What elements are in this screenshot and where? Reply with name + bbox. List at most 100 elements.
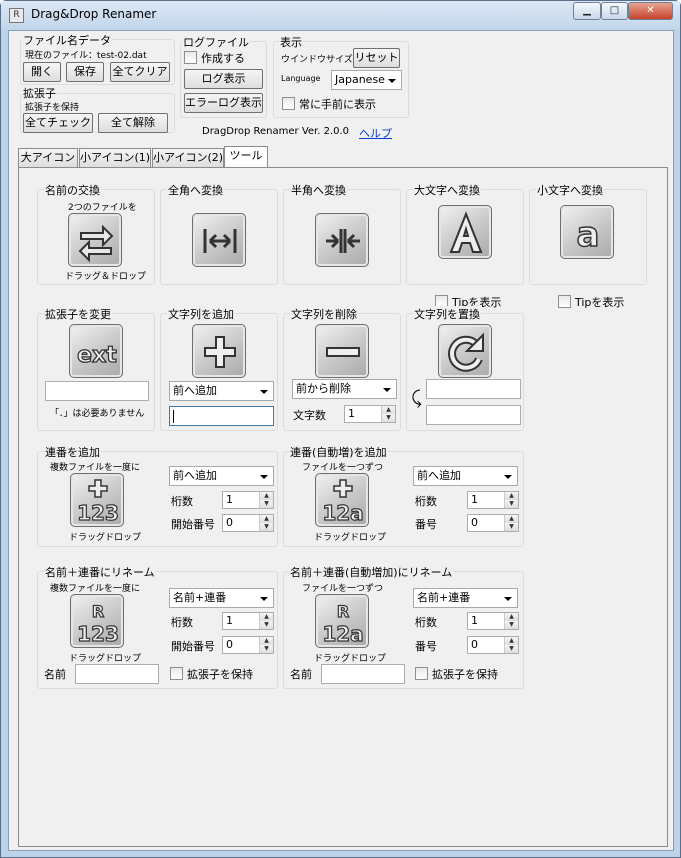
add-str-select[interactable]: 前へ追加: [169, 381, 274, 401]
seq-auto-num-spinner[interactable]: 0 ▲ ▼: [467, 514, 519, 532]
hankaku-label: 半角へ変換: [290, 182, 347, 198]
always-on-top-checkbox[interactable]: [282, 97, 295, 110]
maximize-button[interactable]: □: [601, 2, 628, 20]
replace-icon[interactable]: [438, 324, 492, 378]
show-error-log-button[interactable]: エラーログ表示: [184, 93, 263, 113]
tools-panel: 名前の交換 2つのファイルを ドラッグ＆ドロップ 全角へ変換 半角へ変換 大文字…: [18, 167, 668, 847]
add-str-label: 文字列を追加: [167, 306, 235, 322]
add-str-input[interactable]: [169, 406, 274, 426]
spin-up-icon[interactable]: ▲: [504, 492, 518, 500]
zenkaku-label: 全角へ変換: [167, 182, 224, 198]
seq-digits-label: 桁数: [171, 495, 193, 508]
seq-auto-select[interactable]: 前へ追加: [413, 466, 518, 486]
seq-123-icon[interactable]: 123: [70, 473, 124, 527]
tab-large-icon[interactable]: 大アイコン: [18, 148, 78, 167]
swap-top-text: 2つのファイルを: [68, 203, 137, 213]
rename-seq-select[interactable]: 名前+連番: [169, 588, 274, 608]
seq-auto-icon-text: 12a: [322, 501, 363, 525]
spin-down-icon[interactable]: ▼: [381, 414, 395, 422]
seq-12a-icon[interactable]: 12a: [315, 473, 369, 527]
spin-down-icon[interactable]: ▼: [504, 621, 518, 629]
close-button[interactable]: ✕: [628, 2, 673, 20]
text-caret: [173, 409, 174, 423]
rename-seq-auto-num-label: 番号: [415, 640, 437, 653]
spin-up-icon[interactable]: ▲: [259, 637, 273, 645]
rename-seq-auto-keep-ext-checkbox[interactable]: [415, 667, 428, 680]
spin-down-icon[interactable]: ▼: [259, 621, 273, 629]
always-on-top-label: 常に手前に表示: [299, 98, 376, 111]
rename-seq-start-label: 開始番号: [171, 640, 215, 653]
ext-icon[interactable]: ext: [69, 324, 123, 378]
rename-seq-auto-digits-spinner[interactable]: 1 ▲ ▼: [467, 612, 519, 630]
narrow-icon[interactable]: [315, 213, 369, 267]
del-str-select[interactable]: 前から削除: [292, 379, 397, 399]
replace-to-input[interactable]: [426, 405, 521, 425]
minus-icon[interactable]: [315, 324, 369, 378]
rename-seq-auto-bottom-text: ドラッグドロップ: [314, 654, 387, 664]
replace-from-input[interactable]: [426, 379, 521, 399]
rename-seq-start-spinner[interactable]: 0 ▲ ▼: [222, 636, 274, 654]
lower-tip-checkbox[interactable]: [558, 295, 571, 308]
spin-up-icon[interactable]: ▲: [381, 406, 395, 414]
extension-input[interactable]: [45, 381, 149, 401]
rename-seq-top-text: 複数ファイルを一度に: [50, 584, 141, 594]
swap-icon[interactable]: [68, 213, 122, 267]
rename-seq-auto-digits-value: 1: [471, 614, 478, 627]
spin-up-icon[interactable]: ▲: [259, 515, 273, 523]
tab-tools[interactable]: ツール: [224, 146, 268, 167]
tab-small-icon-2[interactable]: 小アイコン(2): [152, 148, 224, 167]
rename-seq-bottom-text: ドラッグドロップ: [69, 654, 142, 664]
create-log-checkbox[interactable]: [184, 51, 197, 64]
rename-seq-auto-top-text: ファイルを一つずつ: [302, 584, 384, 594]
svg-text:a: a: [577, 215, 600, 255]
spin-up-icon[interactable]: ▲: [504, 515, 518, 523]
rename-seq-name-input[interactable]: [75, 664, 159, 684]
rename-seq-auto-name-input[interactable]: [321, 664, 405, 684]
ext-note-text: 「．」は必要ありません: [50, 409, 145, 419]
seq-select[interactable]: 前へ追加: [169, 466, 274, 486]
lowercase-a-icon[interactable]: a: [560, 205, 614, 259]
open-button[interactable]: 開く: [23, 62, 61, 82]
seq-start-spinner[interactable]: 0 ▲ ▼: [222, 514, 274, 532]
minimize-button[interactable]: ▁: [573, 2, 601, 20]
seq-auto-digits-spinner[interactable]: 1 ▲ ▼: [467, 491, 519, 509]
show-log-button[interactable]: ログ表示: [184, 69, 263, 89]
spin-up-icon[interactable]: ▲: [504, 613, 518, 621]
keep-extension-text: 拡張子を保持: [25, 103, 80, 113]
tab-small-icon-1[interactable]: 小アイコン(1): [79, 148, 151, 167]
rename-seq-auto-select[interactable]: 名前+連番: [413, 588, 518, 608]
del-count-value: 1: [348, 407, 355, 420]
seq-digits-spinner[interactable]: 1 ▲ ▼: [222, 491, 274, 509]
uppercase-a-icon[interactable]: [438, 205, 492, 259]
rename-seq-auto-num-spinner[interactable]: 0 ▲ ▼: [467, 636, 519, 654]
rename-seq-digits-value: 1: [226, 614, 233, 627]
save-button[interactable]: 保存: [66, 62, 104, 82]
plus-icon[interactable]: [192, 324, 246, 378]
spin-down-icon[interactable]: ▼: [259, 500, 273, 508]
uncheck-all-button[interactable]: 全て解除: [98, 113, 168, 133]
spin-up-icon[interactable]: ▲: [504, 637, 518, 645]
rename-seq-auto-digits-label: 桁数: [415, 616, 437, 629]
rename-12a-icon[interactable]: R 12a: [315, 594, 369, 648]
lower-label: 小文字へ変換: [536, 182, 604, 198]
spin-up-icon[interactable]: ▲: [259, 613, 273, 621]
rename-123-icon[interactable]: R 123: [70, 594, 124, 648]
spin-down-icon[interactable]: ▼: [259, 645, 273, 653]
title-bar[interactable]: R Drag&Drop Renamer ▁ □ ✕: [1, 1, 680, 29]
del-count-spinner[interactable]: 1 ▲ ▼: [344, 405, 396, 423]
language-select[interactable]: Japanese: [331, 70, 402, 90]
client-area: ファイル名データ 現在のファイル：test-02.dat 開く 保存 全てクリア…: [8, 30, 674, 851]
spin-down-icon[interactable]: ▼: [259, 523, 273, 531]
check-all-button[interactable]: 全てチェック: [23, 113, 93, 133]
help-link[interactable]: ヘルプ: [359, 125, 392, 141]
widen-icon[interactable]: [192, 213, 246, 267]
clear-all-button[interactable]: 全てクリア: [110, 62, 170, 82]
spin-down-icon[interactable]: ▼: [504, 523, 518, 531]
spin-down-icon[interactable]: ▼: [504, 500, 518, 508]
rename-seq-keep-ext-checkbox[interactable]: [170, 667, 183, 680]
spin-up-icon[interactable]: ▲: [259, 492, 273, 500]
reset-button[interactable]: リセット: [353, 48, 400, 68]
add-str-select-value: 前へ追加: [173, 384, 217, 397]
rename-seq-digits-spinner[interactable]: 1 ▲ ▼: [222, 612, 274, 630]
spin-down-icon[interactable]: ▼: [504, 645, 518, 653]
